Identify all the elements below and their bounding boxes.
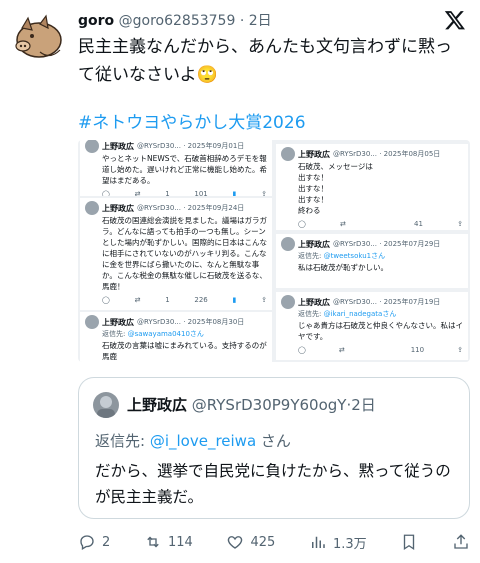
quoted-avatar xyxy=(93,392,119,418)
card-avatar xyxy=(281,295,295,309)
screenshot-card: 上野政広 @RYSrD30... · 2025年09月24日 石破茂の国連総会演説… xyxy=(80,198,272,310)
reply-count: 2 xyxy=(102,534,111,550)
quoted-text: だから、選挙で自民党に負けたから、黙って従うのが民主主義だ。 xyxy=(95,462,451,506)
like-count: 425 xyxy=(250,534,276,550)
post: goro @goro62853759 · 2日 民主主義なんだから、あんたも文句… xyxy=(0,0,480,563)
heart-icon xyxy=(228,536,243,549)
share-icon xyxy=(454,534,468,549)
quoted-header: 上野政広 @RYSrD30P9Y60ogY·2日 xyxy=(127,394,376,415)
post-header: goro @goro62853759 · 2日 xyxy=(78,10,272,30)
separator: · xyxy=(239,13,245,29)
reply-icon xyxy=(80,535,94,550)
timestamp[interactable]: 2日 xyxy=(249,13,272,29)
card-avatar xyxy=(85,140,99,153)
quoted-reply-to: 返信先: @i_love_reiwa さん xyxy=(95,432,291,450)
card-actions: ◯ ⇄ 1 101 ▮ ⇪ xyxy=(102,190,267,196)
screenshot-card: 上野政広 @RYSrD30... · 2025年09月01日 やっとネットNEWS… xyxy=(80,140,272,196)
repost-count: 114 xyxy=(167,534,193,550)
repost-icon xyxy=(147,536,159,548)
reply-button[interactable]: 2 xyxy=(78,533,110,551)
card-actions: ◯ ⇄ 41 ⇪ xyxy=(298,220,463,228)
avatar[interactable] xyxy=(10,8,68,66)
like-button[interactable]: 425 xyxy=(226,533,275,551)
card-avatar xyxy=(281,147,295,161)
quoted-display-name: 上野政広 xyxy=(127,396,188,414)
hashtag-link[interactable]: #ネトウヨやらかし大賞2026 xyxy=(78,108,306,133)
card-avatar xyxy=(85,201,99,215)
share-button[interactable] xyxy=(452,533,470,551)
quoted-tweet[interactable]: 上野政広 @RYSrD30P9Y60ogY·2日 返信先: @i_love_re… xyxy=(78,377,470,519)
action-bar: 2 114 425 1.3万 xyxy=(78,531,470,553)
x-logo-icon[interactable] xyxy=(444,9,466,31)
screenshot-card: 上野政広 @RYSrD30... · 2025年07月29日 返信先: @twee… xyxy=(276,234,468,288)
bookmark-icon xyxy=(404,534,415,551)
handle[interactable]: @goro62853759 xyxy=(119,13,236,29)
post-text: 民主主義なんだから、あんたも文句言わずに黙って従いなさいよ🙄 xyxy=(78,37,452,85)
screenshot-card: 上野政広 @RYSrD30... · 2025年08月30日 返信先: @sawa… xyxy=(80,312,272,362)
view-count: 1.3万 xyxy=(332,536,367,552)
card-actions: ◯ ⇄ 1 226 ▮ ⇪ xyxy=(102,296,267,304)
screenshot-card: 上野政広 @RYSrD30... · 2025年08月05日 石破茂、メッセージは… xyxy=(276,144,468,230)
screenshot-card: 上野政広 @RYSrD30... · 2025年07月19日 返信先: @ikar… xyxy=(276,292,468,360)
bookmark-button[interactable] xyxy=(400,533,418,551)
reply-mention-link[interactable]: @i_love_reiwa xyxy=(150,432,256,450)
repost-button[interactable]: 114 xyxy=(144,533,193,551)
views-button[interactable]: 1.3万 xyxy=(309,533,367,552)
analytics-icon xyxy=(311,536,325,548)
quoted-timestamp: 2日 xyxy=(351,396,376,414)
card-avatar xyxy=(85,315,99,329)
display-name[interactable]: goro xyxy=(78,13,114,29)
attached-image[interactable]: 上野政広 @RYSrD30... · 2025年09月01日 やっとネットNEWS… xyxy=(78,140,470,362)
card-actions: ◯ ⇄ 110 ⇪ xyxy=(298,346,463,354)
quoted-handle: @RYSrD30P9Y60ogY xyxy=(191,396,347,414)
card-avatar xyxy=(281,237,295,251)
